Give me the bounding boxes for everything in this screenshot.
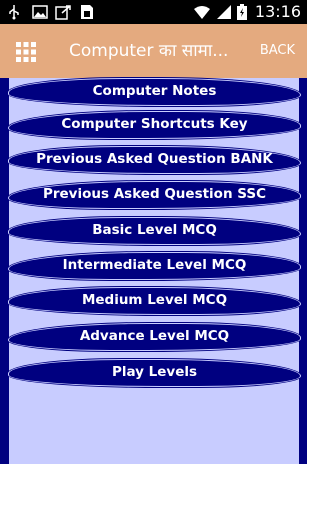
right-border xyxy=(299,78,307,464)
back-button[interactable]: BACK xyxy=(260,42,295,60)
wifi-icon xyxy=(194,6,210,19)
signal-icon xyxy=(217,5,231,19)
menu-item-advance-mcq[interactable]: Advance Level MCQ xyxy=(8,323,301,351)
menu-item-basic-mcq[interactable]: Basic Level MCQ xyxy=(8,217,301,245)
app-screen: 13:16 Computer का सामा... BACK Computer … xyxy=(0,0,307,512)
left-border xyxy=(0,78,9,464)
action-bar: Computer का सामा... BACK xyxy=(0,24,307,78)
status-bar: 13:16 xyxy=(0,0,307,24)
battery-icon xyxy=(237,4,247,20)
menu-item-play-levels[interactable]: Play Levels xyxy=(8,359,301,387)
content-area: Computer Notes Computer Shortcuts Key Pr… xyxy=(0,78,307,464)
menu-item-question-ssc[interactable]: Previous Asked Question SSC xyxy=(8,181,301,209)
image-icon xyxy=(32,5,48,19)
bottom-blank-area xyxy=(0,464,307,512)
menu-item-computer-notes[interactable]: Computer Notes xyxy=(8,78,301,106)
status-time: 13:16 xyxy=(254,2,301,21)
menu-item-question-bank[interactable]: Previous Asked Question BANK xyxy=(8,146,301,174)
share-icon xyxy=(55,5,71,20)
usb-icon xyxy=(9,5,19,20)
grid-menu-icon[interactable] xyxy=(16,42,36,62)
menu-item-shortcuts-key[interactable]: Computer Shortcuts Key xyxy=(8,111,301,139)
app-title: Computer का सामा... xyxy=(69,41,229,61)
menu-item-medium-mcq[interactable]: Medium Level MCQ xyxy=(8,287,301,315)
menu-item-intermediate-mcq[interactable]: Intermediate Level MCQ xyxy=(8,252,301,280)
sim-card-icon xyxy=(81,5,93,19)
